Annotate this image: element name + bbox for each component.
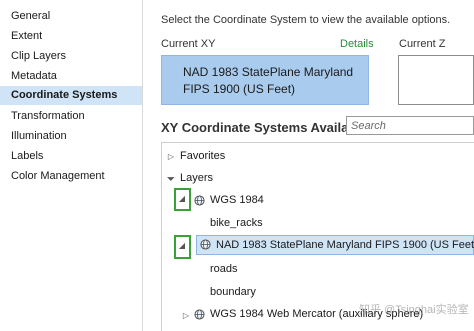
current-xy-value-line2: FIPS 1900 (US Feet) <box>183 82 296 96</box>
instruction-text: Select the Coordinate System to view the… <box>161 14 451 26</box>
globe-icon <box>194 195 205 206</box>
sidebar-item-extent[interactable]: Extent <box>0 27 142 46</box>
available-systems-title: XY Coordinate Systems Available <box>161 120 368 135</box>
globe-icon <box>200 239 211 250</box>
expand-toggle-icon[interactable]: ◢ <box>177 241 187 250</box>
sidebar-item-general[interactable]: General <box>0 7 142 26</box>
current-z-value-box[interactable] <box>398 55 474 105</box>
sidebar-item-coordinate-systems[interactable]: Coordinate Systems <box>0 86 142 105</box>
expand-toggle-icon[interactable]: ◢ <box>177 194 187 203</box>
chevron-right-icon[interactable]: ▷ <box>181 311 191 320</box>
sidebar-item-color-management[interactable]: Color Management <box>0 167 142 186</box>
tree-item-bike-racks[interactable]: bike_racks <box>210 214 263 232</box>
coordinate-systems-panel: Select the Coordinate System to view the… <box>143 0 474 331</box>
globe-icon <box>194 309 205 320</box>
tree-item-wgs1984[interactable]: WGS 1984 <box>210 191 264 209</box>
tree-item-boundary[interactable]: boundary <box>210 283 256 301</box>
watermark-text: 知乎 @Tsinghai实验室 <box>359 304 469 316</box>
sidebar: General Extent Clip Layers Metadata Coor… <box>0 0 143 331</box>
tree-item-nad-maryland[interactable]: NAD 1983 StatePlane Maryland FIPS 1900 (… <box>216 236 474 254</box>
tree-item-favorites[interactable]: Favorites <box>180 147 225 165</box>
chevron-right-icon[interactable]: ▷ <box>166 152 176 161</box>
current-z-label: Current Z <box>399 38 446 50</box>
chevron-down-icon[interactable]: ◢ <box>165 171 178 184</box>
tree-item-layers[interactable]: Layers <box>180 169 213 187</box>
tree-item-roads[interactable]: roads <box>210 260 238 278</box>
sidebar-item-metadata[interactable]: Metadata <box>0 67 142 86</box>
search-input[interactable] <box>346 116 474 135</box>
sidebar-item-clip-layers[interactable]: Clip Layers <box>0 47 142 66</box>
sidebar-item-transformation[interactable]: Transformation <box>0 107 142 126</box>
current-xy-value-line1: NAD 1983 StatePlane Maryland <box>183 65 354 79</box>
sidebar-item-labels[interactable]: Labels <box>0 147 142 166</box>
current-xy-label: Current XY <box>161 38 216 50</box>
details-link[interactable]: Details <box>340 38 374 50</box>
sidebar-item-illumination[interactable]: Illumination <box>0 127 142 146</box>
current-xy-value-box[interactable]: NAD 1983 StatePlane Maryland FIPS 1900 (… <box>161 55 369 105</box>
